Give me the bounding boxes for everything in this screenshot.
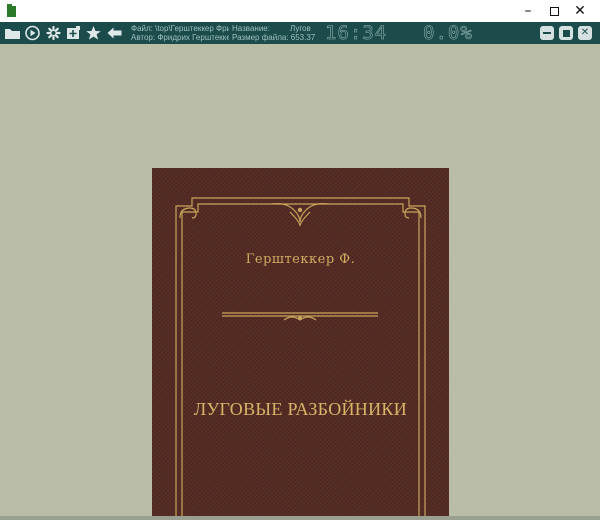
close-button[interactable]: ✕: [560, 0, 600, 22]
progress-percent-display: 0.0%: [423, 22, 473, 44]
clock-display: 16:34: [325, 22, 388, 44]
close-book-button[interactable]: ✕: [578, 26, 592, 40]
add-bookmark-icon[interactable]: [65, 25, 82, 41]
close-icon: ✕: [574, 3, 586, 19]
close-x-icon: ✕: [580, 27, 590, 38]
file-info: Файл: \top\Герштеккер Фри Автор: Фридрих…: [131, 24, 229, 42]
cover-ornament-frame: [175, 197, 426, 520]
play-icon[interactable]: [24, 25, 41, 41]
file-size-text: Размер файла: 653.37: [232, 33, 316, 42]
folder-icon[interactable]: [4, 25, 21, 41]
reader-toolbar: Файл: \top\Герштеккер Фри Автор: Фридрих…: [0, 22, 600, 44]
author-text: Автор: Фридрих Герштеккер: [131, 33, 229, 42]
bottom-status-strip: [0, 516, 600, 520]
minimize-icon: –: [524, 3, 532, 19]
cover-author: Герштеккер Ф.: [245, 252, 356, 267]
maximize-icon: [549, 6, 559, 16]
title-bar: – ✕: [0, 0, 600, 22]
cover-title: ЛУГОВЫЕ РАЗБОЙНИКИ: [194, 399, 407, 419]
book-info: Название: Лугов Размер файла: 653.37: [232, 24, 322, 42]
window-icon: [562, 29, 570, 37]
window-mode-button[interactable]: [559, 26, 573, 40]
minus-icon: [543, 32, 551, 34]
book-cover: Герштеккер Ф. ЛУГОВЫЕ РАЗБОЙНИКИ: [152, 168, 449, 520]
app-icon: [7, 4, 16, 17]
book-name-text: Название: Лугов: [232, 24, 311, 33]
file-path-text: Файл: \top\Герштеккер Фри: [131, 24, 229, 33]
star-icon[interactable]: [85, 25, 102, 41]
back-arrow-icon[interactable]: [106, 25, 123, 41]
gear-icon[interactable]: [45, 25, 62, 41]
minimize-panel-button[interactable]: [540, 26, 554, 40]
